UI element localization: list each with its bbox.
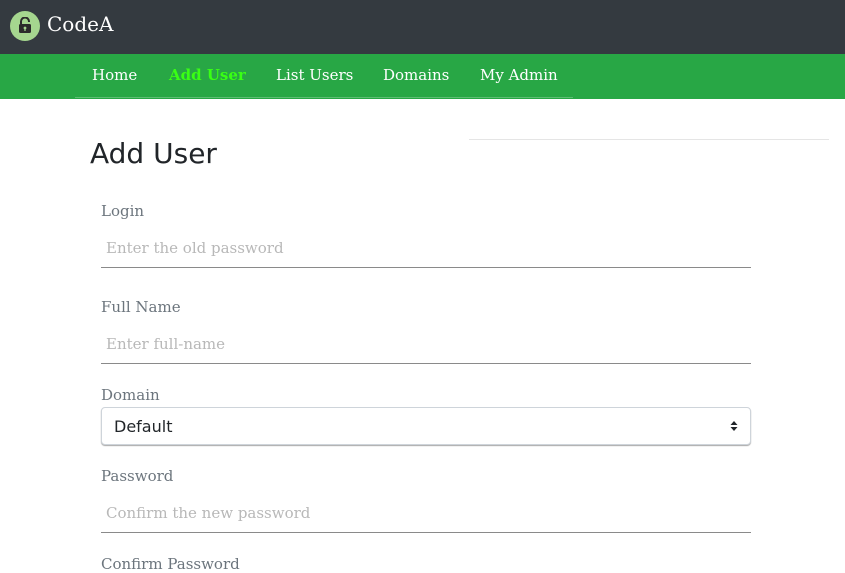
top-bar: CodeA [0, 0, 845, 54]
domain-select[interactable]: Default [101, 407, 751, 445]
full-name-input[interactable] [101, 324, 751, 364]
nav-divider [75, 97, 573, 98]
password-label: Password [101, 467, 174, 485]
main-nav: Home Add User List Users Domains My Admi… [0, 54, 845, 99]
login-label: Login [101, 202, 145, 220]
select-arrows-icon [730, 421, 738, 431]
nav-item-list-users[interactable]: List Users [276, 66, 353, 84]
confirm-password-label: Confirm Password [101, 555, 240, 573]
page-title: Add User [90, 137, 217, 170]
domain-label: Domain [101, 386, 160, 404]
header-divider [469, 139, 829, 140]
lock-icon [19, 17, 31, 33]
nav-item-home[interactable]: Home [92, 66, 137, 84]
nav-item-my-admin[interactable]: My Admin [480, 66, 558, 84]
login-input[interactable] [101, 228, 751, 268]
nav-item-add-user[interactable]: Add User [169, 66, 246, 84]
brand-name[interactable]: CodeA [47, 12, 113, 36]
password-input[interactable] [101, 493, 751, 533]
full-name-label: Full Name [101, 298, 181, 316]
logo[interactable] [10, 11, 40, 41]
domain-select-value: Default [114, 417, 173, 436]
nav-item-domains[interactable]: Domains [383, 66, 449, 84]
